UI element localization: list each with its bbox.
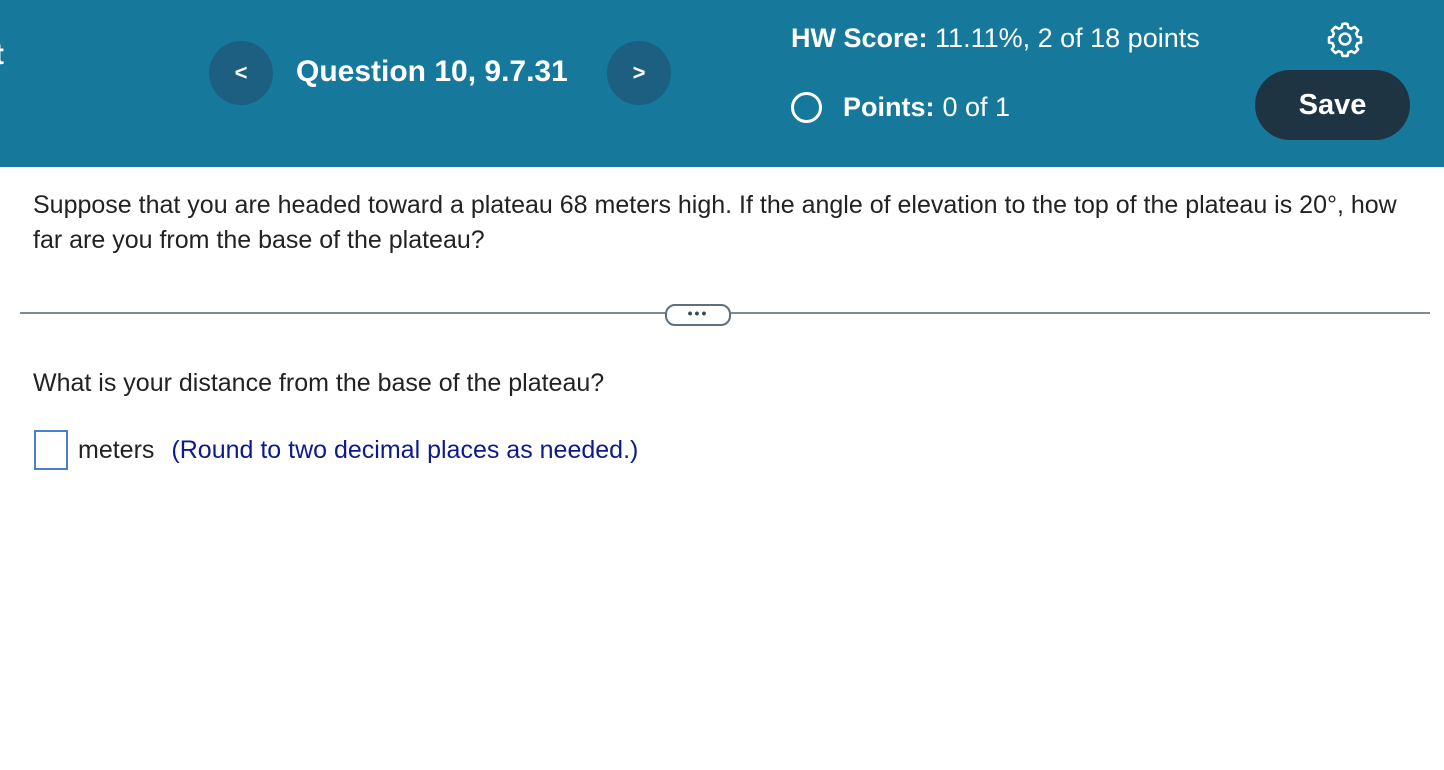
chevron-right-icon: > — [632, 60, 646, 85]
next-question-button[interactable]: > — [607, 41, 671, 105]
save-button[interactable]: Save — [1255, 70, 1410, 140]
hw-score-label: HW Score: — [791, 23, 928, 53]
more-options-button[interactable]: ••• — [665, 304, 731, 326]
header-bar: t < Question 10, 9.7.31 > HW Score: 11.1… — [0, 0, 1444, 167]
points-value: 0 of 1 — [942, 92, 1011, 122]
points-status: Points: 0 of 1 — [791, 92, 1010, 123]
unit-label: meters — [78, 435, 155, 464]
sub-question: What is your distance from the base of t… — [33, 369, 605, 397]
answer-input[interactable] — [34, 430, 68, 470]
cropped-edge-text: t — [0, 38, 4, 72]
answer-row: meters (Round to two decimal places as n… — [34, 430, 638, 470]
hw-score: HW Score: 11.11%, 2 of 18 points — [791, 20, 1211, 56]
rounding-hint: (Round to two decimal places as needed.) — [171, 435, 639, 464]
points-label: Points: — [843, 92, 935, 122]
previous-question-button[interactable]: < — [209, 41, 273, 105]
question-title: Question 10, 9.7.31 — [296, 55, 568, 88]
chevron-left-icon: < — [234, 60, 248, 85]
hw-score-value: 11.11%, 2 of 18 points — [935, 23, 1200, 53]
problem-statement: Suppose that you are headed toward a pla… — [33, 191, 1397, 254]
circle-status-icon — [791, 92, 822, 123]
gear-icon[interactable] — [1326, 20, 1364, 58]
